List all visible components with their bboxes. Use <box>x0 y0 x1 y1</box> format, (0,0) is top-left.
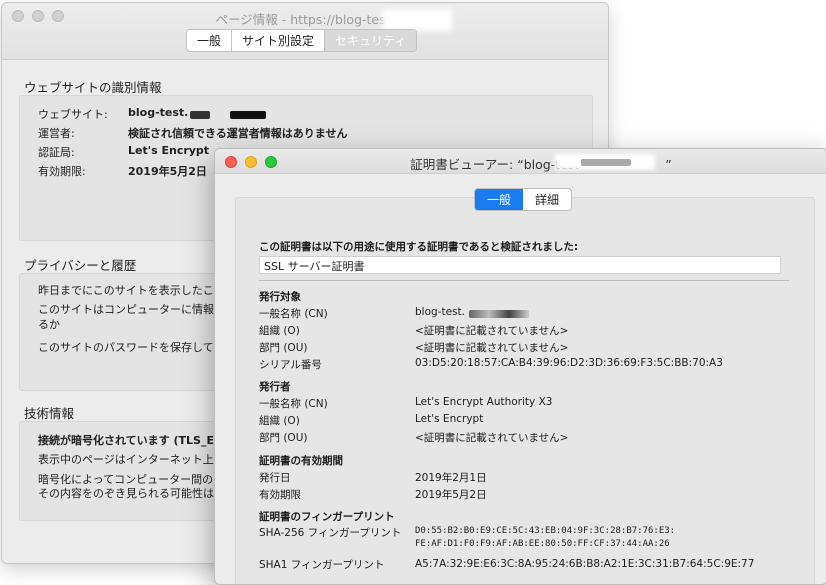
subject-ou-value: <証明書に記載されていません> <box>415 342 569 354</box>
subject-cn-label: 一般名称 (CN) <box>259 308 328 320</box>
tech-line: 接続が暗号化されています (TLS_EC <box>38 434 223 447</box>
redacted-title <box>382 9 452 31</box>
website-label: ウェブサイト: <box>38 108 108 121</box>
usage-field: SSL サーバー証明書 <box>259 256 781 274</box>
tab-security[interactable]: セキュリティ <box>325 30 417 51</box>
cert-title-quote: ” <box>665 157 672 172</box>
operator-label: 運営者: <box>38 127 75 140</box>
privacy-line: 昨日までにこのサイトを表示したこ <box>38 284 214 297</box>
expiry-value: 2019年5月2日 <box>128 165 207 178</box>
issuer-ou-label: 部門 (OU) <box>259 432 308 444</box>
privacy-line: このサイトのパスワードを保存して <box>38 341 214 354</box>
subject-o-label: 組織 (O) <box>259 325 300 337</box>
sha256-label: SHA-256 フィンガープリント <box>259 527 402 539</box>
serial-value: 03:D5:20:18:57:CA:B4:39:96:D2:3D:36:69:F… <box>415 357 723 369</box>
issuer-o-value: Let's Encrypt <box>415 413 484 425</box>
page-info-titlebar: ページ情報 - https://blog-test. 一般 サイト別設定 セキュ… <box>2 3 608 60</box>
expiry-label: 有効期限 <box>259 489 301 501</box>
issuer-ou-value: <証明書に記載されていません> <box>415 432 569 444</box>
redacted-domain <box>190 111 210 119</box>
verified-text: この証明書は以下の用途に使用する証明書であると検証されました: <box>259 241 579 253</box>
tab-site-settings[interactable]: サイト別設定 <box>232 30 326 51</box>
website-value: blog-test. <box>128 106 189 119</box>
redacted-title <box>581 159 631 166</box>
redacted-domain <box>469 310 529 318</box>
identity-heading: ウェブサイトの識別情報 <box>24 80 162 95</box>
cert-title-text: 証明書ビューアー: “blog-test <box>410 157 580 172</box>
expiry-value: 2019年5月2日 <box>415 489 487 501</box>
sha1-label: SHA1 フィンガープリント <box>259 559 385 571</box>
window-title: ページ情報 - https://blog-test. <box>215 12 395 27</box>
tech-line: 表示中のページはインターネット上 <box>38 453 214 466</box>
sha256-line2: FE:AF:D1:F0:F9:AF:AB:EE:80:50:FF:CF:37:4… <box>415 539 670 549</box>
operator-value: 検証され信頼できる運営者情報はありません <box>128 127 348 140</box>
issuer-cn-label: 一般名称 (CN) <box>259 398 328 410</box>
privacy-line: るか <box>38 318 60 331</box>
tab-cert-details[interactable]: 詳細 <box>523 189 572 210</box>
ca-label: 認証局: <box>38 146 75 159</box>
tab-cert-general[interactable]: 一般 <box>475 189 524 210</box>
issuer-cn-value: Let's Encrypt Authority X3 <box>415 396 553 408</box>
divider <box>259 280 789 281</box>
tech-line: その内容をのぞき見られる可能性は <box>38 487 214 500</box>
validity-heading: 証明書の有効期間 <box>259 455 343 467</box>
privacy-line: このサイトはコンピューターに情報 <box>38 303 214 316</box>
sha1-value: A5:7A:32:9E:E6:3C:8A:95:24:6B:B8:A2:1E:3… <box>415 558 755 570</box>
sha256-line1: D0:55:B2:B0:E9:CE:5C:43:EB:04:9F:3C:28:B… <box>415 526 676 536</box>
tab-general[interactable]: 一般 <box>187 30 233 51</box>
cert-titlebar: 証明書ビューアー: “blog-test ” <box>215 149 826 174</box>
subject-o-value: <証明書に記載されていません> <box>415 325 569 337</box>
certificate-viewer-window: 証明書ビューアー: “blog-test ” 一般 詳細 この証明書は以下の用途に… <box>214 148 826 585</box>
privacy-heading: プライバシーと履歴 <box>24 258 137 273</box>
subject-cn-value: blog-test. <box>415 306 465 318</box>
page-info-tabs: 一般 サイト別設定 セキュリティ <box>186 29 418 52</box>
subject-ou-label: 部門 (OU) <box>259 342 308 354</box>
ca-value: Let's Encrypt <box>128 144 210 157</box>
redacted-domain <box>230 111 266 119</box>
issued-value: 2019年2月1日 <box>415 472 487 484</box>
issued-label: 発行日 <box>259 472 291 484</box>
subject-heading: 発行対象 <box>259 291 301 303</box>
tech-heading: 技術情報 <box>24 406 75 421</box>
issuer-o-label: 組織 (O) <box>259 415 300 427</box>
expiry-label: 有効期限: <box>38 165 86 178</box>
fingerprints-heading: 証明書のフィンガープリント <box>259 511 395 523</box>
serial-label: シリアル番号 <box>259 359 322 371</box>
issuer-heading: 発行者 <box>259 381 291 393</box>
cert-window-title: 証明書ビューアー: “blog-test ” <box>215 154 826 173</box>
cert-tabs: 一般 詳細 <box>474 188 573 211</box>
